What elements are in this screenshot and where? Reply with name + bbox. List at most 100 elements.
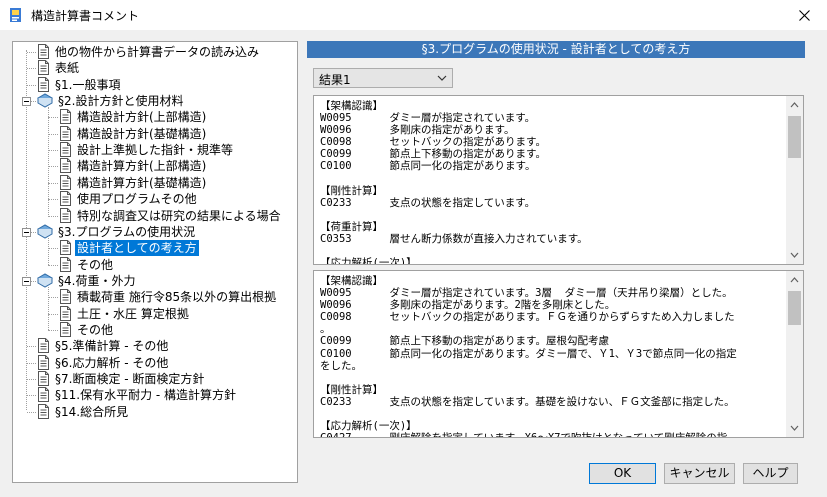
help-button[interactable]: ヘルプ (743, 463, 798, 484)
tree-item-label: その他 (77, 322, 114, 337)
tree-item[interactable]: 構造設計方針(上部構造) (59, 109, 208, 125)
tree-guide-line (27, 411, 36, 413)
tree-item-label: §14.総合所見 (55, 404, 129, 419)
document-icon (37, 60, 50, 76)
text-line: W0096 多剛床の指定があります。 (320, 124, 515, 137)
text-line: 【剛性計算】 (320, 184, 383, 197)
upper-scrollbar[interactable] (786, 96, 803, 264)
tree-guide-line (27, 346, 36, 348)
tree-guide-line (48, 297, 58, 299)
document-icon (37, 338, 50, 354)
tree-item[interactable]: 構造計算方針(上部構造) (59, 158, 208, 174)
tree-item[interactable]: §14.総合所見 (37, 403, 130, 420)
document-icon (59, 191, 72, 207)
tree-item[interactable]: 設計者としての考え方 (59, 240, 199, 257)
tree-item-label: 設計上準拠した指針・規準等 (77, 143, 234, 158)
tree-item[interactable]: 構造設計方針(基礎構造) (59, 125, 208, 142)
tree-guide-line (48, 199, 58, 201)
document-icon (59, 305, 72, 321)
document-icon (37, 354, 50, 370)
text-line: C0099 節点上下移動の指定があります。屋根勾配考慮 (320, 335, 609, 348)
close-button[interactable] (781, 0, 827, 30)
app-icon (10, 8, 21, 22)
tree-guide-line (48, 286, 49, 330)
lower-scrollbar[interactable] (786, 271, 803, 437)
scroll-up-icon[interactable] (790, 102, 799, 108)
text-line: C0098 セットバックの指定があります。 (320, 136, 546, 149)
tree-item-label: §4.荷重・外力 (58, 273, 136, 288)
tree-item[interactable]: §7.断面検定 - 断面検定方針 (37, 371, 206, 387)
tree-item[interactable]: その他 (59, 321, 115, 338)
tree-item[interactable]: 表紙 (37, 60, 81, 76)
tree-item[interactable]: 使用プログラムその他 (59, 191, 199, 207)
tree-item[interactable]: 特別な調査又は研究の結果による場合 (59, 207, 283, 224)
result-select-value: 結果1 (319, 73, 351, 87)
text-line: C0233 支点の状態を指定しています。 (320, 196, 536, 209)
document-icon (59, 109, 72, 125)
document-icon (59, 158, 72, 174)
tree-item-label: 積載荷重 施行令85条以外の算出根拠 (77, 290, 277, 305)
tree-guide-line (48, 107, 49, 216)
tree-guide-line (27, 362, 36, 364)
text-line: 。 (320, 323, 331, 336)
folder-icon (36, 93, 54, 108)
result-select[interactable]: 結果1 (313, 68, 453, 88)
close-icon (798, 9, 810, 21)
tree-item[interactable]: §5.準備計算 - その他 (37, 338, 170, 354)
text-line: C0099 節点上下移動の指定があります。 (320, 148, 546, 161)
document-icon (37, 44, 50, 59)
text-line (320, 245, 786, 257)
tree-item-label: 他の物件から計算書データの読み込み (55, 45, 260, 59)
tree-guide-line (48, 329, 58, 331)
upper-scroll-thumb[interactable] (788, 116, 801, 158)
tree-guide-line (48, 166, 58, 168)
tree-guide-line (48, 248, 58, 250)
tree-guide-line (48, 182, 58, 184)
lower-scroll-thumb[interactable] (788, 291, 801, 325)
collapse-toggle[interactable] (22, 227, 31, 237)
text-line (320, 372, 786, 384)
tree-item[interactable]: §1.一般事項 (37, 76, 122, 93)
text-line: 【架構認識】 (320, 100, 383, 112)
tree-item[interactable]: §11.保有水平耐力 - 構造計算方針 (37, 387, 238, 403)
document-icon (59, 174, 72, 190)
document-icon (59, 289, 72, 305)
collapse-toggle[interactable] (22, 276, 31, 286)
tree-guide-line (27, 379, 36, 380)
document-icon (37, 403, 50, 419)
tree-item[interactable]: §3.プログラムの使用状況 (36, 224, 197, 240)
tree-item[interactable]: 構造計算方針(基礎構造) (59, 174, 208, 191)
tree-item-label: 構造計算方針(基礎構造) (77, 175, 207, 190)
collapse-toggle[interactable] (22, 97, 31, 107)
program-messages-box[interactable]: 【架構認識】 W0095 ダミー層が指定されています。 W0096 多剛床の指定があ… (313, 95, 804, 265)
tree-item[interactable]: その他 (59, 256, 115, 273)
document-icon (59, 207, 72, 223)
scroll-down-icon[interactable] (790, 425, 799, 431)
text-line: 【応力解析(一次)】 (320, 257, 417, 265)
tree-item[interactable]: 他の物件から計算書データの読み込み (37, 44, 261, 60)
document-icon (37, 76, 50, 92)
document-icon (59, 321, 72, 337)
ok-button[interactable]: OK (589, 463, 656, 484)
tree-item-label: 土圧・水圧 算定根拠 (77, 306, 189, 321)
text-line: W0095 ダミー層が指定されています。3層 ダミー層（天井吊り梁層）とした。 (320, 287, 733, 300)
text-line: C0233 支点の状態を指定しています。基礎を設けない、ＦＧ文釜部に指定した。 (320, 395, 735, 408)
scroll-up-icon[interactable] (790, 277, 799, 283)
tree-item[interactable]: §6.応力解析 - その他 (37, 354, 170, 371)
tree-item[interactable]: §4.荷重・外力 (36, 273, 137, 289)
tree-item[interactable]: 設計上準拠した指針・規準等 (59, 142, 235, 158)
tree-item-label: §1.一般事項 (55, 77, 121, 92)
scroll-down-icon[interactable] (790, 252, 799, 258)
text-line: W0095 ダミー層が指定されています。 (320, 112, 536, 125)
designer-comment-box[interactable]: 【架構認識】 W0095 ダミー層が指定されています。3層 ダミー層（天井吊り梁層… (313, 270, 804, 438)
tree-item[interactable]: 土圧・水圧 算定根拠 (59, 305, 191, 322)
section-tree[interactable]: 他の物件から計算書データの読み込み 表紙 §1.一般事項 §2.設計方針と使用材料 構造… (12, 41, 298, 483)
tree-item[interactable]: 積載荷重 施行令85条以外の算出根拠 (59, 289, 278, 305)
tree-item-label: 構造設計方針(基礎構造) (77, 126, 207, 141)
cancel-button[interactable]: キャンセル (664, 463, 735, 484)
tree-guide-line (48, 150, 58, 152)
tree-item-label: 構造設計方針(上部構造) (77, 110, 207, 125)
designer-comment-text: 【架構認識】 W0095 ダミー層が指定されています。3層 ダミー層（天井吊り梁層… (320, 275, 786, 437)
tree-item[interactable]: §2.設計方針と使用材料 (36, 93, 185, 109)
document-icon (37, 387, 50, 403)
